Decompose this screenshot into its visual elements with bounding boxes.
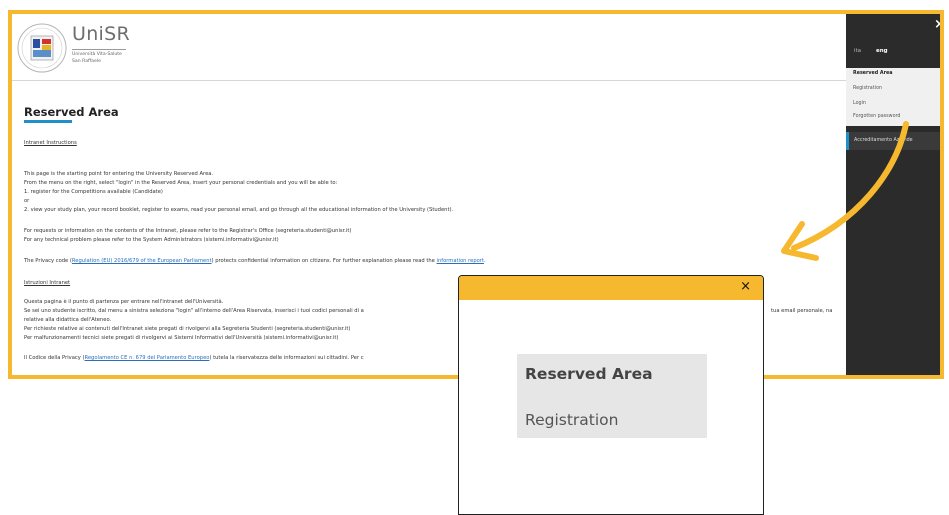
it-privacy-pre: Il Codice della Privacy ( [24, 355, 85, 361]
para1-line5: 2. view your study plan, your record boo… [24, 207, 454, 213]
it-privacy-line: Il Codice della Privacy (Regolamento CE … [24, 355, 364, 361]
header-divider [12, 80, 846, 81]
brand-name: UniSR [72, 23, 130, 45]
language-eng-link[interactable]: eng [876, 48, 888, 54]
privacy-end: . [483, 258, 486, 264]
it-line4: Per richieste relative ai contenuti dell… [24, 326, 351, 332]
zoom-item-registration[interactable]: Registration [525, 411, 618, 429]
zoom-popup: × Reserved Area Registration [458, 275, 764, 515]
it-line2b: tua email personale, na [771, 308, 833, 314]
unisr-logo-icon [17, 23, 67, 73]
para1-line2: From the menu on the right, select "logi… [24, 180, 338, 186]
it-line2a: Se sei uno studente iscritto, dal menu a… [24, 308, 364, 314]
brand-subtitle-line1: Università Vita-Salute [72, 52, 122, 57]
it-privacy-regulation-link[interactable]: Regolamento CE n. 679 del Parlamento Eur… [85, 355, 210, 361]
brand-subtitle-line2: San Raffaele [72, 59, 101, 64]
sidebar-item-registration[interactable]: Registration [853, 86, 882, 91]
para2-line2: For any technical problem please refer t… [24, 237, 279, 243]
chevron-right-icon: › [940, 135, 944, 144]
para1-line1: This page is the starting point for ente… [24, 171, 214, 177]
page-title: Reserved Area [24, 105, 119, 119]
zoom-popup-header: × [459, 276, 763, 300]
close-icon[interactable]: × [740, 280, 751, 294]
privacy-pre: The Privacy code ( [24, 258, 72, 264]
para1-line3: 1. register for the Competitions availab… [24, 189, 163, 195]
it-line5: Per malfunzionamenti tecnici siete prega… [24, 335, 339, 341]
zoom-menu-panel: Reserved Area Registration [517, 354, 707, 438]
intranet-instructions-heading: Intranet Instructions [24, 140, 77, 146]
brand-divider [72, 49, 126, 50]
sidebar-item-reserved-area[interactable]: Reserved Area [853, 71, 892, 76]
curved-arrow-icon [781, 121, 909, 261]
sidebar-close-icon[interactable]: × [934, 18, 940, 31]
it-line3: relative alla didattica dell'Ateneo. [24, 317, 112, 323]
privacy-line: The Privacy code (Regulation (EU) 2016/6… [24, 258, 486, 264]
information-report-link[interactable]: information report [437, 258, 484, 264]
language-ita-link[interactable]: ita [854, 48, 861, 54]
zoom-item-reserved-area[interactable]: Reserved Area [525, 365, 653, 383]
it-privacy-post: ) tutela la riservatezza delle informazi… [209, 355, 364, 361]
privacy-regulation-link[interactable]: Regulation (EU) 2016/679 of the European… [72, 258, 212, 264]
para1-line4: or [24, 198, 30, 204]
it-line1: Questa pagina è il punto di partenza per… [24, 299, 224, 305]
privacy-mid: ) protects confidential information on c… [211, 258, 437, 264]
istruzioni-heading: Istruzioni Intranet [24, 280, 71, 286]
sidebar-item-login[interactable]: Login [853, 101, 866, 106]
title-underline [24, 120, 72, 123]
para2-line1: For requests or information on the conte… [24, 228, 352, 234]
